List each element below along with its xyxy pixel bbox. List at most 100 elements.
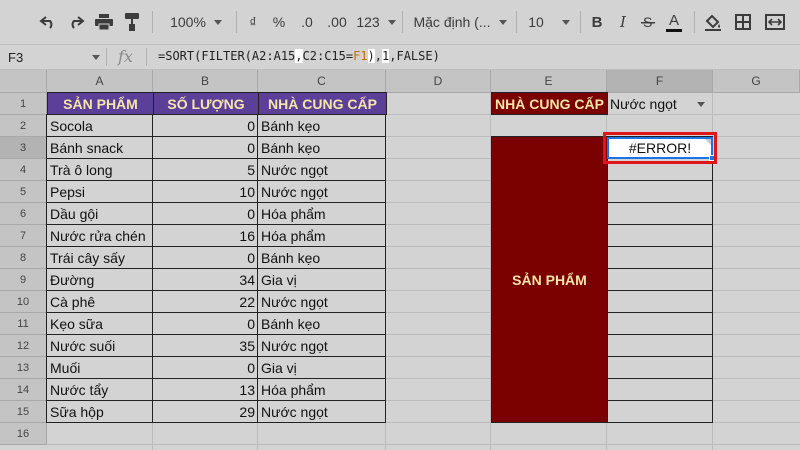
supplier-cell[interactable]: Bánh kẹo — [258, 313, 386, 335]
quantity-cell[interactable]: 0 — [153, 357, 258, 379]
quantity-cell[interactable]: 0 — [153, 203, 258, 225]
table-border — [46, 136, 386, 137]
italic-button[interactable]: I — [612, 9, 634, 35]
product-name-cell[interactable]: Trái cây sấy — [47, 247, 153, 269]
fill-handle[interactable] — [709, 155, 715, 161]
column-header-g[interactable]: G — [713, 70, 800, 93]
quantity-cell[interactable]: 16 — [153, 225, 258, 247]
increase-decimal-button[interactable]: .00 — [322, 9, 352, 35]
quantity-cell[interactable]: 0 — [153, 115, 258, 137]
row-header-5[interactable]: 5 — [0, 181, 47, 203]
row-header-1[interactable]: 1 — [0, 93, 47, 115]
bold-button[interactable]: B — [586, 9, 608, 35]
supplier-cell[interactable]: Hóa phẩm — [258, 379, 386, 401]
toolbar: 100% ₫ % .0 .00 123 Mặc định (... 10 B I… — [0, 0, 800, 44]
chevron-down-icon — [498, 19, 507, 25]
paint-format-icon[interactable] — [120, 9, 144, 35]
percent-button[interactable]: % — [268, 9, 290, 35]
supplier-cell[interactable]: Hóa phẩm — [258, 203, 386, 225]
supplier-cell[interactable]: Bánh kẹo — [258, 247, 386, 269]
column-header-b[interactable]: B — [153, 70, 258, 93]
select-all-corner[interactable] — [0, 70, 47, 93]
row-header-9[interactable]: 9 — [0, 269, 47, 291]
row-header-14[interactable]: 14 — [0, 379, 47, 401]
name-box[interactable]: F3 — [0, 45, 104, 69]
quantity-cell[interactable]: 5 — [153, 159, 258, 181]
font-size-select[interactable]: 10 — [522, 9, 576, 35]
quantity-cell[interactable]: 0 — [153, 313, 258, 335]
supplier-cell[interactable]: Gia vị — [258, 357, 386, 379]
row-header-2[interactable]: 2 — [0, 115, 47, 137]
column-header-d[interactable]: D — [386, 70, 491, 93]
row-header-11[interactable]: 11 — [0, 313, 47, 335]
product-name-cell[interactable]: Nước tẩy — [47, 379, 153, 401]
row-header-7[interactable]: 7 — [0, 225, 47, 247]
supplier-cell[interactable]: Nước ngọt — [258, 291, 386, 313]
supplier-cell[interactable]: Hóa phẩm — [258, 225, 386, 247]
strikethrough-button[interactable]: S — [636, 9, 660, 35]
row-header-12[interactable]: 12 — [0, 335, 47, 357]
merge-cells-icon[interactable] — [760, 9, 790, 35]
supplier-cell[interactable]: Bánh kẹo — [258, 137, 386, 159]
number-format-select[interactable]: 123 — [354, 9, 398, 35]
row-header-3[interactable]: 3 — [0, 137, 47, 159]
row-header-4[interactable]: 4 — [0, 159, 47, 181]
borders-icon[interactable] — [730, 9, 756, 35]
row-header-8[interactable]: 8 — [0, 247, 47, 269]
formula-input[interactable]: =SORT(FILTER(A2:A15,C2:C15=F1),1,FALSE) — [158, 49, 440, 63]
supplier-cell[interactable]: Gia vị — [258, 269, 386, 291]
product-name-cell[interactable]: Kẹo sữa — [47, 313, 153, 335]
redo-icon[interactable] — [64, 9, 88, 35]
row-header-10[interactable]: 10 — [0, 291, 47, 313]
print-icon[interactable] — [92, 9, 116, 35]
product-name-cell[interactable]: Muối — [47, 357, 153, 379]
decrease-decimal-label: .0 — [301, 14, 313, 30]
product-name-cell[interactable]: Cà phê — [47, 291, 153, 313]
column-header-c[interactable]: C — [258, 70, 386, 93]
quantity-cell[interactable]: 35 — [153, 335, 258, 357]
row-header-15[interactable]: 15 — [0, 401, 47, 423]
row-header-13[interactable]: 13 — [0, 357, 47, 379]
supplier-cell[interactable]: Nước ngọt — [258, 401, 386, 423]
product-name-cell[interactable]: Nước rửa chén — [47, 225, 153, 247]
quantity-cell[interactable]: 10 — [153, 181, 258, 203]
row-header-6[interactable]: 6 — [0, 203, 47, 225]
result-border — [607, 378, 713, 379]
supplier-cell[interactable]: Nước ngọt — [258, 181, 386, 203]
column-header-f[interactable]: F — [607, 70, 713, 93]
sheet-grid[interactable]: A B C D E F G 1 2 3 4 5 6 7 8 9 10 11 12 13 14 15 16 SẢN PHẨM SỐ… — [0, 70, 800, 450]
zoom-select[interactable]: 100% — [160, 9, 232, 35]
text-color-button[interactable]: A — [662, 9, 686, 35]
chevron-down-icon — [92, 55, 100, 60]
undo-icon[interactable] — [36, 9, 60, 35]
supplier-cell[interactable]: Bánh kẹo — [258, 115, 386, 137]
quantity-cell[interactable]: 34 — [153, 269, 258, 291]
chevron-down-icon[interactable] — [697, 102, 705, 107]
product-name-cell[interactable]: Pepsi — [47, 181, 153, 203]
product-name-cell[interactable]: Đường — [47, 269, 153, 291]
product-name-cell[interactable]: Dầu gội — [47, 203, 153, 225]
quantity-cell[interactable]: 22 — [153, 291, 258, 313]
supplier-cell[interactable]: Nước ngọt — [258, 335, 386, 357]
supplier-cell[interactable]: Nước ngọt — [258, 159, 386, 181]
quantity-cell[interactable]: 29 — [153, 401, 258, 423]
currency-button[interactable]: ₫ — [242, 9, 264, 35]
supplier-filter-dropdown[interactable]: Nước ngọt — [607, 93, 713, 115]
product-name-cell[interactable]: Nước suối — [47, 335, 153, 357]
row-header-16[interactable]: 16 — [0, 423, 47, 445]
quantity-cell[interactable]: 0 — [153, 247, 258, 269]
font-select[interactable]: Mặc định (... — [408, 9, 512, 35]
formula-bar-separator — [106, 48, 107, 66]
product-name-cell[interactable]: Trà ô long — [47, 159, 153, 181]
column-header-e[interactable]: E — [491, 70, 607, 93]
product-name-cell[interactable]: Socola — [47, 115, 153, 137]
quantity-cell[interactable]: 0 — [153, 137, 258, 159]
result-cell-error[interactable]: #ERROR! — [607, 137, 715, 161]
quantity-cell[interactable]: 13 — [153, 379, 258, 401]
product-name-cell[interactable]: Bánh snack — [47, 137, 153, 159]
product-name-cell[interactable]: Sữa hộp — [47, 401, 153, 423]
column-header-a[interactable]: A — [47, 70, 153, 93]
fill-color-icon[interactable] — [700, 9, 726, 35]
increase-decimal-label: .00 — [327, 14, 347, 30]
decrease-decimal-button[interactable]: .0 — [294, 9, 320, 35]
